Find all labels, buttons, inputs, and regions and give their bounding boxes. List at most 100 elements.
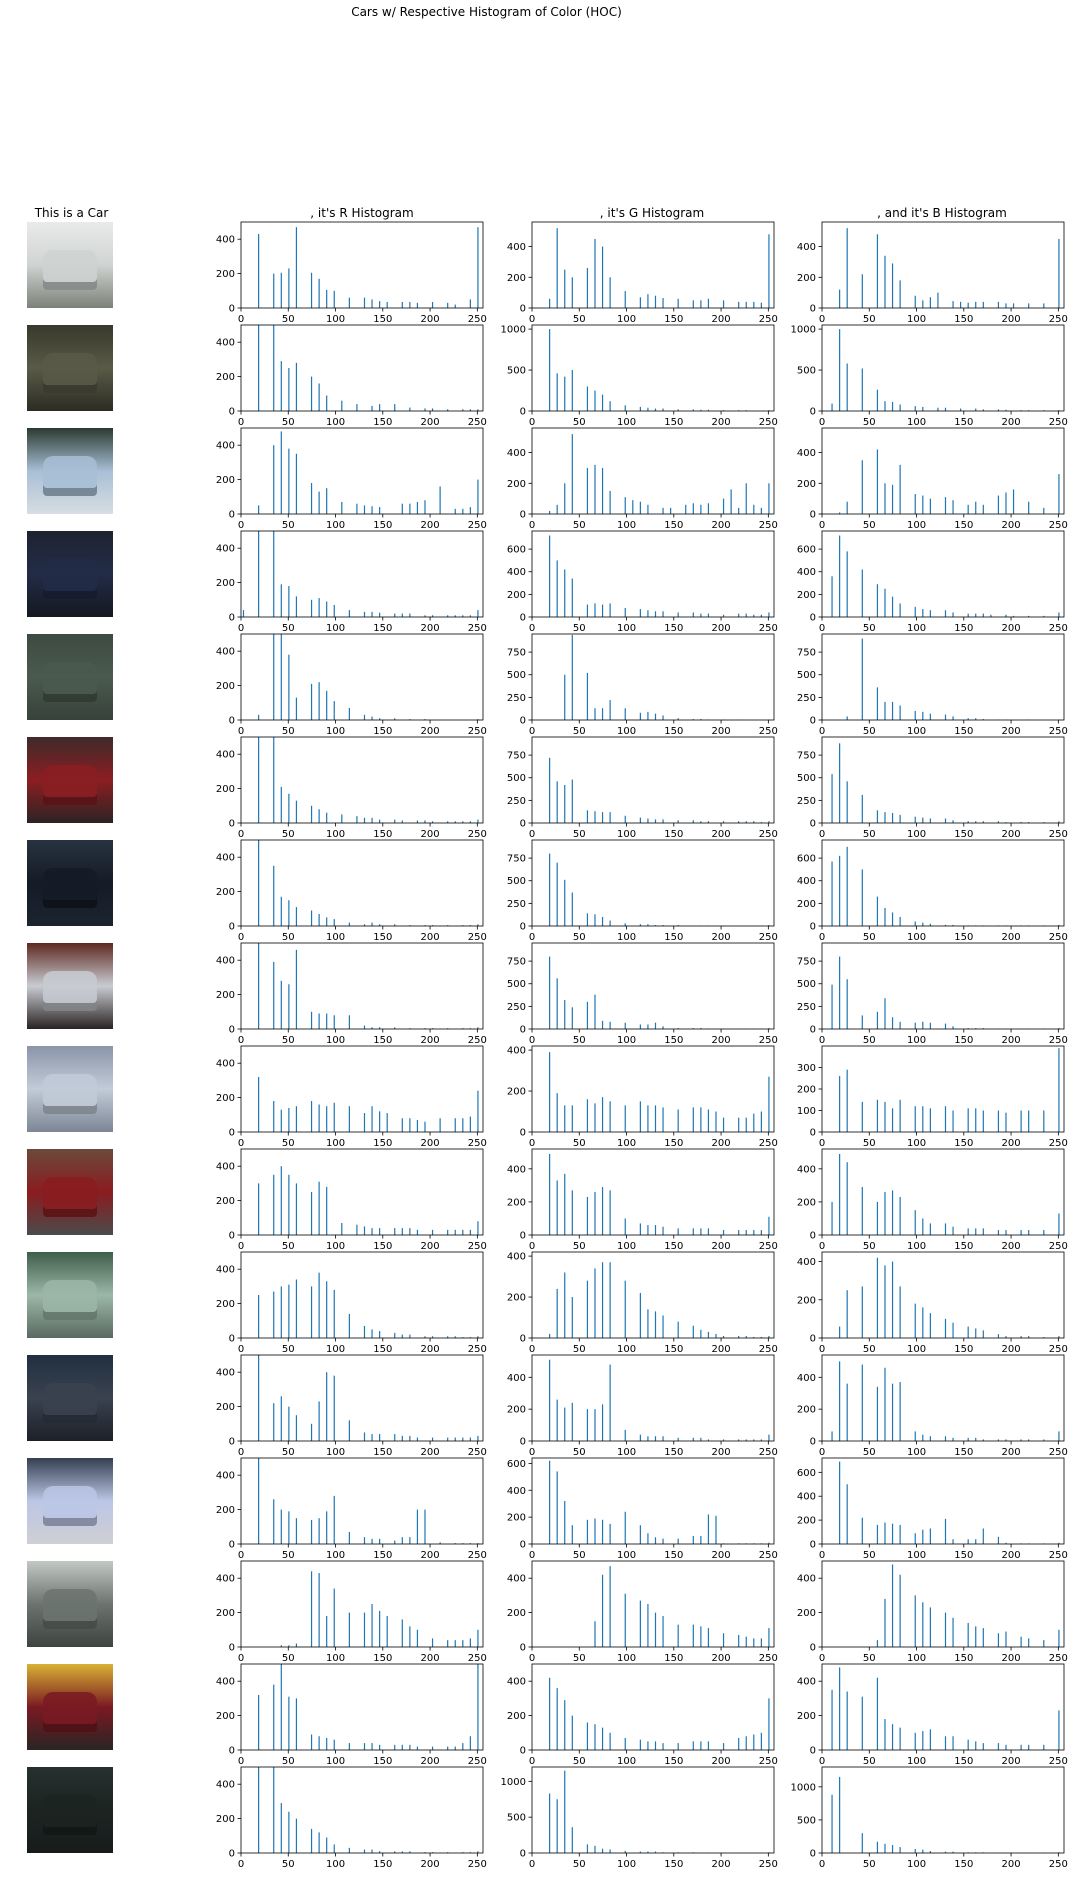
histogram-bar [624, 1737, 626, 1750]
y-tick-label: 400 [797, 1574, 816, 1585]
y-tick-label: 0 [810, 1849, 816, 1860]
x-tick-label: 150 [954, 1447, 973, 1458]
histogram-bar [348, 1313, 350, 1338]
histogram-bar [738, 1230, 740, 1235]
x-tick-label: 250 [468, 1756, 487, 1767]
histogram-bar [929, 610, 931, 617]
histogram-bar [371, 611, 373, 617]
histogram-bar [861, 1517, 863, 1544]
histogram-bar [654, 1436, 657, 1441]
histogram-bar [333, 1015, 335, 1029]
histogram-bar [401, 1435, 403, 1441]
histogram-bar [318, 1181, 320, 1235]
y-tick-label: 400 [216, 956, 235, 967]
histogram-bar [730, 489, 732, 514]
histogram-bar [884, 1265, 886, 1338]
histogram-bar [647, 504, 649, 514]
x-tick-label: 0 [819, 1447, 825, 1458]
histogram-bar [952, 1322, 954, 1338]
histogram-bar [692, 1325, 694, 1338]
histogram-bar [356, 404, 358, 411]
x-tick-label: 50 [282, 726, 295, 737]
histogram-bar [700, 1741, 702, 1750]
histogram-bar [952, 1736, 954, 1750]
y-tick-label: 400 [216, 1162, 235, 1173]
histogram-bar [288, 984, 290, 1029]
histogram-bar [753, 504, 755, 514]
y-tick-label: 200 [216, 1608, 235, 1619]
x-tick-label: 150 [373, 1447, 392, 1458]
x-tick-label: 200 [712, 1447, 731, 1458]
histogram-bar [469, 1116, 471, 1132]
histogram-bar [371, 405, 373, 411]
histogram-bar [1058, 1048, 1060, 1132]
histogram-bar [318, 491, 320, 514]
y-tick-label: 100 [797, 1106, 816, 1117]
histogram-bar [318, 1401, 320, 1441]
histogram-bar [745, 483, 747, 514]
histogram-bar [937, 292, 939, 308]
histogram-bar [861, 794, 863, 823]
x-tick-label: 150 [373, 829, 392, 840]
axes-frame [531, 1560, 775, 1648]
histogram-bar [753, 1734, 755, 1750]
histogram-bar [692, 1437, 694, 1441]
x-tick-label: 0 [529, 314, 535, 325]
y-tick-label: 200 [216, 1402, 235, 1413]
histogram-bar [1043, 1110, 1045, 1132]
histogram-bar [753, 301, 755, 308]
axes-frame [531, 942, 775, 1030]
histogram-bar [884, 1522, 886, 1544]
histogram-bar [318, 598, 320, 617]
histogram-bar [310, 1519, 313, 1544]
y-tick-label: 200 [216, 784, 235, 795]
x-tick-label: 0 [238, 829, 244, 840]
x-tick-label: 50 [863, 1756, 876, 1767]
histogram-bar [1005, 1230, 1007, 1235]
histogram-G-row-8: 0 250 500 750 0 50 100 150 200 250 [507, 942, 778, 1046]
histogram-bar [662, 1538, 664, 1545]
y-tick-label: 500 [797, 1815, 816, 1826]
histogram-bar [431, 1229, 434, 1235]
x-tick-label: 0 [238, 1138, 244, 1149]
histogram-bar [929, 1223, 931, 1235]
histogram-bar [952, 1437, 954, 1441]
x-tick-label: 0 [238, 520, 244, 531]
histogram-bar [899, 916, 901, 926]
histogram-bar [944, 818, 947, 823]
histogram-bar [318, 913, 320, 926]
histogram-bar [416, 1119, 419, 1132]
histogram-R-row-14: 0 200 400 0 50 100 150 200 250 [216, 1560, 487, 1664]
histogram-bar [891, 1108, 894, 1132]
histogram-bar [639, 1434, 641, 1441]
histogram-bar [416, 1509, 419, 1544]
x-tick-label: 100 [326, 1859, 345, 1870]
histogram-bar [409, 1334, 411, 1338]
axes-frame [531, 1766, 775, 1854]
histogram-bar [333, 1102, 335, 1132]
x-tick-label: 150 [373, 932, 392, 943]
histogram-R-row-6: 0 200 400 0 50 100 150 200 250 [216, 736, 487, 840]
x-tick-label: 250 [468, 1653, 487, 1664]
histogram-bar [348, 1015, 350, 1029]
histogram-bar [333, 919, 335, 926]
histogram-bar [295, 1698, 298, 1750]
histogram-G-row-15: 0 200 400 0 50 100 150 200 250 [507, 1663, 778, 1767]
y-tick-label: 200 [507, 1087, 526, 1098]
histogram-bar [929, 1607, 931, 1647]
y-tick-label: 400 [797, 1257, 816, 1268]
x-tick-label: 0 [238, 1447, 244, 1458]
histogram-bar [647, 1533, 649, 1544]
histogram-bar [685, 504, 687, 514]
histogram-bar [333, 1495, 335, 1544]
histogram-bar [662, 715, 664, 720]
histogram-bar [839, 1776, 841, 1853]
x-tick-label: 200 [421, 1859, 440, 1870]
histogram-bar [914, 295, 916, 308]
histogram-bar [967, 613, 969, 617]
histogram-bar [707, 1741, 710, 1750]
x-tick-label: 200 [712, 417, 731, 428]
x-tick-label: 100 [907, 1447, 926, 1458]
x-tick-label: 0 [819, 417, 825, 428]
histogram-bar [914, 1106, 916, 1132]
